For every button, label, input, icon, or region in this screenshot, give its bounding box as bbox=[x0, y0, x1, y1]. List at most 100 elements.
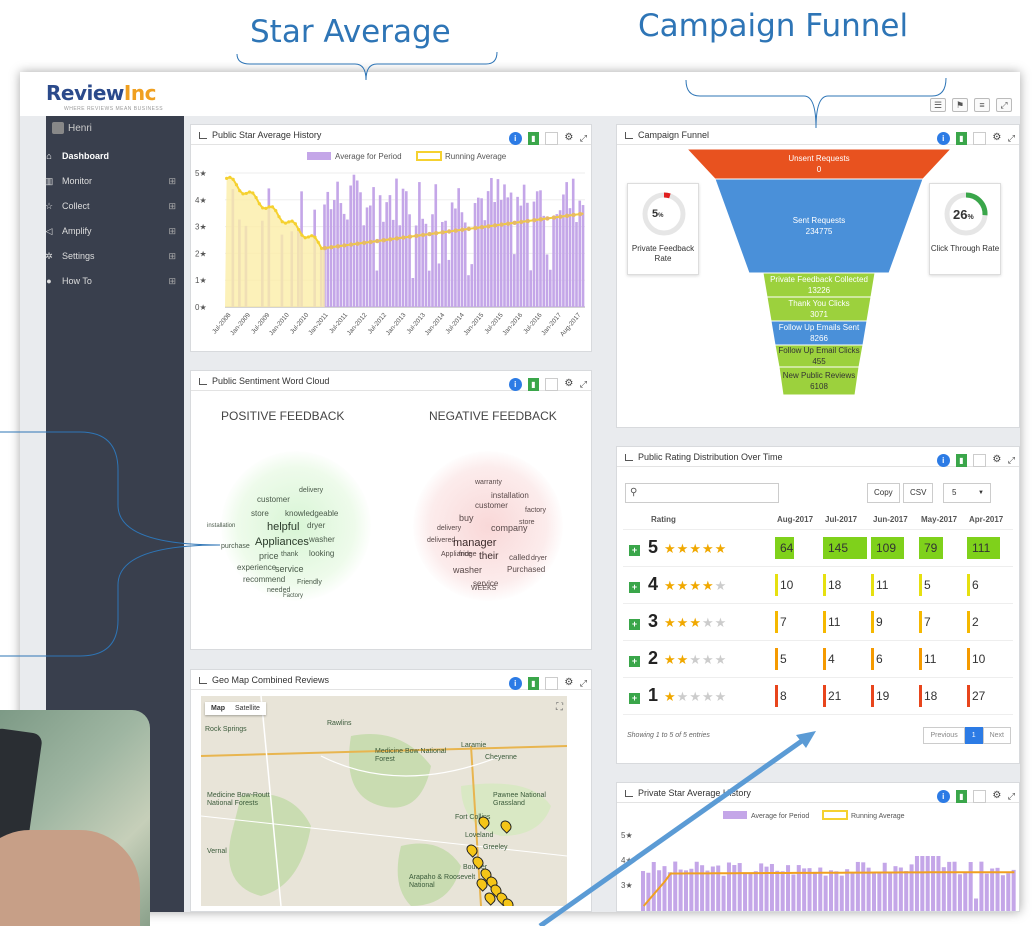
period-average-bar bbox=[791, 874, 796, 911]
save-icon[interactable]: ▮ bbox=[527, 377, 539, 391]
sidebar-item-amplify[interactable]: ◁ Amplify ⊞ bbox=[46, 219, 184, 243]
column-header[interactable]: Jun-2017 bbox=[869, 511, 917, 530]
column-header[interactable]: Apr-2017 bbox=[965, 511, 1013, 530]
expand-icon[interactable]: ⊞ bbox=[168, 251, 176, 262]
blank-toggle[interactable] bbox=[972, 789, 986, 803]
count-bar bbox=[775, 647, 778, 670]
page-size-select[interactable]: 5 ▼ bbox=[943, 483, 991, 503]
page-1-button[interactable]: 1 bbox=[964, 727, 983, 744]
info-icon[interactable]: i bbox=[508, 676, 522, 690]
column-header[interactable]: Jul-2017 bbox=[821, 511, 869, 530]
period-average-bar bbox=[378, 195, 382, 307]
rating-table: Rating Aug-2017 Jul-2017 Jun-2017 May-2017 Ap… bbox=[623, 511, 1013, 715]
period-average-bar bbox=[974, 898, 979, 911]
count-value: 7 bbox=[919, 610, 935, 633]
running-average-point bbox=[433, 231, 439, 236]
running-average-point bbox=[316, 240, 320, 244]
menu-icon[interactable]: ≡ bbox=[974, 98, 990, 112]
expand-icon[interactable]: ⊞ bbox=[168, 201, 176, 212]
previous-button[interactable]: Previous bbox=[923, 727, 965, 744]
satellite-button[interactable]: Satellite bbox=[235, 705, 260, 712]
period-average-bar bbox=[421, 218, 424, 307]
info-icon[interactable]: i bbox=[936, 453, 950, 467]
expand-icon[interactable]: ⊞ bbox=[168, 226, 176, 237]
negative-word: Purchased bbox=[507, 565, 546, 574]
running-average-point bbox=[264, 206, 268, 210]
save-icon[interactable]: ▮ bbox=[955, 453, 967, 467]
gear-icon[interactable]: ⚙ bbox=[992, 786, 1002, 806]
gear-icon[interactable]: ⚙ bbox=[564, 374, 574, 394]
next-button[interactable]: Next bbox=[982, 727, 1011, 744]
panel-tools: i ▮ ⚙ ⤢ bbox=[508, 128, 587, 148]
copy-button[interactable]: Copy bbox=[867, 483, 900, 503]
map-button[interactable]: Map bbox=[211, 705, 225, 712]
period-average-bar bbox=[721, 875, 726, 911]
legend-label: Running Average bbox=[851, 813, 905, 820]
save-icon[interactable]: ▮ bbox=[527, 131, 539, 145]
info-icon[interactable]: i bbox=[508, 131, 522, 145]
csv-button[interactable]: CSV bbox=[903, 483, 934, 503]
running-average-point bbox=[407, 234, 413, 239]
sidebar-item-label: Collect bbox=[62, 201, 90, 211]
count-bar bbox=[919, 573, 922, 596]
period-average-bar bbox=[513, 254, 516, 307]
sidebar-item-how-to[interactable]: ● How To ⊞ bbox=[46, 269, 184, 293]
panel-title: Public Rating Distribution Over Time bbox=[638, 452, 783, 462]
period-average-bar bbox=[759, 863, 764, 911]
expand-row-icon[interactable]: + bbox=[629, 693, 640, 704]
flag-icon[interactable]: ⚑ bbox=[952, 98, 968, 112]
fullscreen-icon[interactable]: ⛶ bbox=[556, 702, 563, 713]
expand-icon[interactable]: ⊞ bbox=[168, 276, 176, 287]
count-value: 7 bbox=[775, 610, 791, 633]
sidebar-item-settings[interactable]: ✲ Settings ⊞ bbox=[45, 244, 184, 268]
entries-info: Showing 1 to 5 of 5 entries bbox=[627, 732, 710, 739]
period-average-bar bbox=[995, 867, 1000, 911]
search-input[interactable]: ⚲ bbox=[625, 483, 779, 503]
expand-icon[interactable]: ⊞ bbox=[168, 176, 176, 187]
expand-icon[interactable]: ⤢ bbox=[580, 128, 587, 148]
expand-icon[interactable]: ⤢ bbox=[1008, 786, 1015, 806]
column-header[interactable]: Rating bbox=[623, 511, 773, 530]
legend-label: Average for Period bbox=[751, 813, 809, 820]
period-average-bar bbox=[490, 178, 493, 307]
y-tick-label: 3★ bbox=[621, 881, 633, 890]
period-average-bar bbox=[555, 214, 559, 307]
expand-icon[interactable]: ⤢ bbox=[580, 374, 587, 394]
expand-icon[interactable]: ⤢ bbox=[1008, 450, 1015, 470]
column-header[interactable]: Aug-2017 bbox=[773, 511, 821, 530]
count-value: 18 bbox=[823, 573, 845, 596]
expand-row-icon[interactable]: + bbox=[629, 582, 640, 593]
blank-toggle[interactable] bbox=[544, 377, 558, 391]
period-average-bar bbox=[486, 191, 490, 307]
sidebar-item-dashboard[interactable]: ⌂ Dashboard bbox=[46, 144, 184, 168]
blank-toggle[interactable] bbox=[544, 676, 558, 690]
sidebar-item-monitor[interactable]: ▥ Monitor ⊞ bbox=[45, 169, 184, 193]
expand-row-icon[interactable]: + bbox=[629, 545, 640, 556]
period-average-bar bbox=[405, 191, 408, 307]
geo-map[interactable]: Map Satellite ⛶ Rock Springs Rawlins Laram… bbox=[201, 696, 567, 906]
gear-icon[interactable]: ⚙ bbox=[564, 673, 574, 693]
running-average-point bbox=[381, 238, 386, 243]
expand-row-icon[interactable]: + bbox=[629, 656, 640, 667]
app-logo[interactable]: ReviewInc bbox=[46, 81, 156, 105]
gear-icon[interactable]: ⚙ bbox=[992, 450, 1002, 470]
expand-icon[interactable]: ⤢ bbox=[580, 673, 587, 693]
info-icon[interactable]: i bbox=[936, 789, 950, 803]
expand-icon[interactable]: ⤢ bbox=[996, 98, 1012, 112]
blank-toggle[interactable] bbox=[972, 453, 986, 467]
save-icon[interactable]: ▮ bbox=[527, 676, 539, 690]
running-average-point bbox=[228, 175, 232, 179]
gear-icon[interactable]: ⚙ bbox=[564, 128, 574, 148]
column-header[interactable]: May-2017 bbox=[917, 511, 965, 530]
presentation-slide: Star Average Campaign Funnel ReviewInc W… bbox=[0, 0, 1036, 926]
sidebar-item-collect[interactable]: ☆ Collect ⊞ bbox=[45, 194, 184, 218]
user-profile[interactable]: Henri bbox=[52, 122, 92, 134]
count-bar bbox=[871, 573, 874, 596]
count-value: 11 bbox=[919, 647, 940, 670]
blank-toggle[interactable] bbox=[544, 131, 558, 145]
period-average-bar bbox=[581, 205, 585, 307]
list-icon[interactable]: ☰ bbox=[930, 98, 946, 112]
info-icon[interactable]: i bbox=[508, 377, 522, 391]
save-icon[interactable]: ▮ bbox=[955, 789, 967, 803]
expand-row-icon[interactable]: + bbox=[629, 619, 640, 630]
